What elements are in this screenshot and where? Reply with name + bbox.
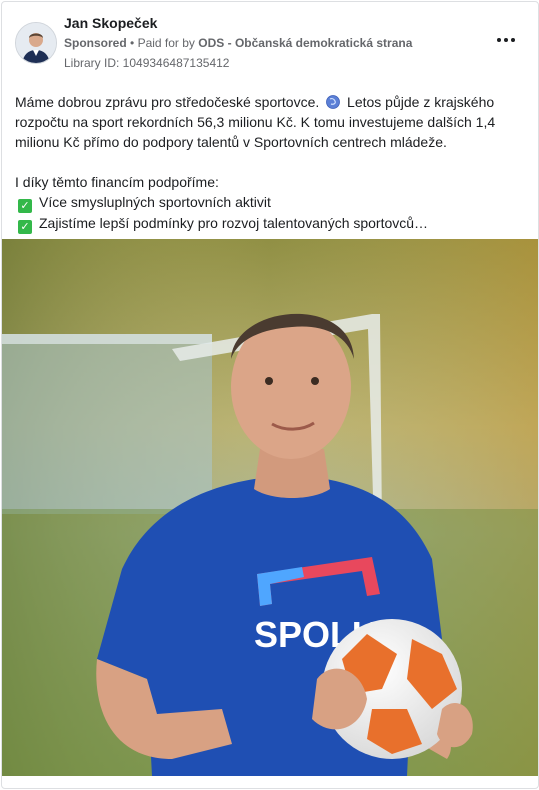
sponsor-meta: Sponsored • Paid for by ODS - Občanská d…: [64, 36, 412, 50]
check-mark-emoji-icon: ✓: [18, 220, 32, 234]
meta-separator: •: [130, 36, 135, 50]
ad-photo-illustration: SPOLU: [2, 239, 538, 776]
check-mark-emoji-icon: ✓: [18, 199, 32, 213]
sponsored-label: Sponsored: [64, 36, 127, 50]
bullet-item: ✓ Zajistíme lepší podmínky pro rozvoj tal…: [15, 213, 525, 234]
author-name[interactable]: Jan Skopeček: [64, 15, 157, 31]
bullet-item: ✓ Více smysluplných sportovních aktivit: [15, 192, 525, 213]
bullet-text: Zajistíme lepší podmínky pro rozvoj tale…: [39, 215, 429, 231]
post-header: Jan Skopeček Sponsored • Paid for by ODS…: [2, 2, 538, 82]
author-avatar[interactable]: [15, 22, 57, 64]
post-text-line1: Máme dobrou zprávu pro středočeské sport…: [15, 94, 320, 110]
post-intro: I díky těmto financím podpoříme:: [15, 174, 219, 190]
avatar-image: [16, 23, 56, 63]
bullet-text: Více smysluplných sportovních aktivit: [39, 194, 271, 210]
post-paragraph: Máme dobrou zprávu pro středočeské sport…: [15, 92, 525, 152]
library-id: Library ID: 1049346487135412: [64, 56, 230, 70]
soccer-ball-emoji-icon: [326, 95, 341, 109]
more-options-icon[interactable]: [494, 32, 518, 48]
paid-for-prefix: Paid for by: [137, 36, 195, 50]
post-body: Máme dobrou zprávu pro středočeské sport…: [15, 92, 525, 234]
paid-for-by-link[interactable]: ODS - Občanská demokratická strana: [198, 36, 412, 50]
ad-image[interactable]: SPOLU: [2, 239, 538, 776]
ad-post-card: Jan Skopeček Sponsored • Paid for by ODS…: [1, 1, 539, 789]
